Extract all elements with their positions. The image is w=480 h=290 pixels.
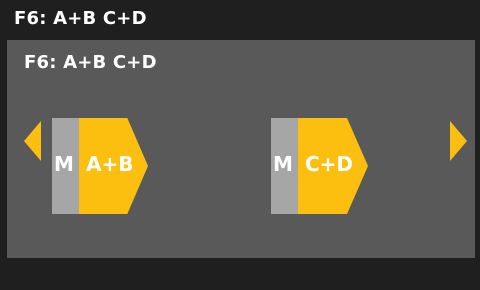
mode-tile-a-plus-b[interactable]: M A+B [52,118,148,214]
previous-arrow-icon[interactable] [24,121,41,161]
mode-label: A+B [86,152,134,176]
footer-bar [0,258,480,290]
memory-label: M [54,152,74,176]
screen-title: F6: A+B C+D [14,8,147,29]
title-bar: F6: A+B C+D [0,0,480,40]
panel-title: F6: A+B C+D [24,52,157,73]
mode-tile-c-plus-d[interactable]: M C+D [271,118,368,214]
next-arrow-icon[interactable] [450,121,467,161]
function-screen: F6: A+B C+D F6: A+B C+D M A+B M C+D [0,0,480,290]
memory-label: M [273,152,293,176]
mode-label: C+D [305,152,354,176]
